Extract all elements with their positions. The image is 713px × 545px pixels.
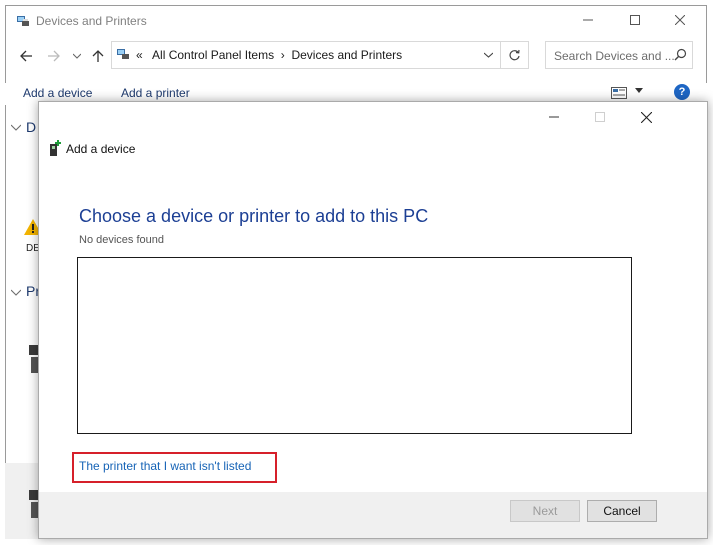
refresh-button[interactable]: [501, 41, 529, 69]
breadcrumb-all-control-panel-items[interactable]: All Control Panel Items: [152, 48, 274, 62]
forward-arrow-icon[interactable]: [45, 47, 63, 65]
dialog-maximize-button: [577, 102, 623, 132]
close-button[interactable]: [657, 5, 703, 35]
breadcrumb-separator[interactable]: ›: [281, 48, 285, 62]
breadcrumb-devices-and-printers[interactable]: Devices and Printers: [291, 48, 402, 62]
maximize-button[interactable]: [612, 5, 658, 35]
back-arrow-icon[interactable]: [17, 47, 35, 65]
add-device-icon: [49, 140, 61, 159]
add-device-command[interactable]: Add a device: [23, 86, 92, 100]
add-device-dialog: Add a device Choose a device or printer …: [38, 101, 708, 539]
address-bar[interactable]: « All Control Panel Items › Devices and …: [111, 41, 501, 69]
add-printer-command[interactable]: Add a printer: [121, 86, 190, 100]
help-icon[interactable]: ?: [674, 84, 690, 100]
change-view-icon[interactable]: [611, 87, 627, 102]
printer-not-listed-link[interactable]: The printer that I want isn't listed: [79, 459, 251, 473]
devices-printers-icon: [116, 48, 130, 63]
search-icon[interactable]: [674, 48, 687, 64]
breadcrumb: « All Control Panel Items › Devices and …: [136, 48, 402, 62]
dialog-footer: Next Cancel: [39, 492, 707, 538]
cancel-button[interactable]: Cancel: [587, 500, 657, 522]
devices-section-header[interactable]: D: [26, 119, 36, 135]
next-button[interactable]: Next: [510, 500, 580, 522]
address-dropdown-chevron-icon[interactable]: [476, 42, 500, 68]
search-placeholder: Search Devices and ...: [554, 49, 675, 63]
dialog-title: Add a device: [66, 142, 136, 156]
up-arrow-icon[interactable]: [89, 47, 107, 65]
section-collapse-chevron-icon[interactable]: [10, 122, 22, 134]
printers-collapse-chevron-icon[interactable]: [10, 287, 22, 299]
navigation-bar: « All Control Panel Items › Devices and …: [5, 41, 707, 71]
dialog-close-button[interactable]: [623, 102, 669, 132]
device-list[interactable]: [77, 257, 632, 434]
recent-locations-chevron-icon[interactable]: [68, 47, 86, 65]
dialog-minimize-button[interactable]: [531, 102, 577, 132]
view-options-dropdown-icon[interactable]: [635, 85, 643, 95]
search-input[interactable]: Search Devices and ...: [545, 41, 693, 69]
dialog-heading: Choose a device or printer to add to thi…: [79, 206, 429, 226]
minimize-button[interactable]: [565, 5, 611, 35]
device-search-status: No devices found: [79, 234, 164, 246]
breadcrumb-overflow[interactable]: «: [136, 48, 143, 62]
